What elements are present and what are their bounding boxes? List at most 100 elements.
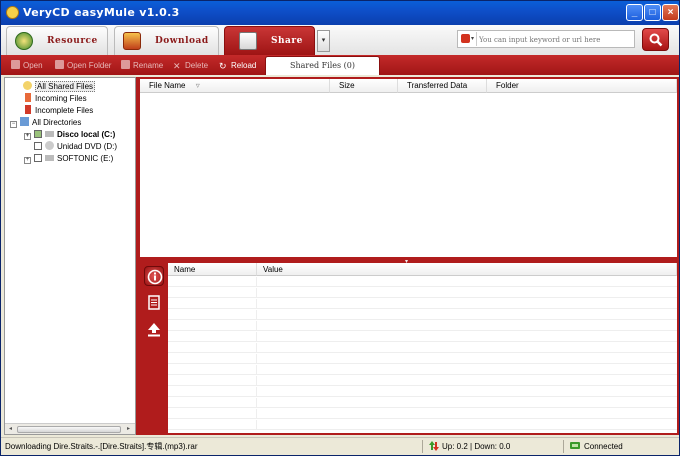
status-separator bbox=[563, 440, 564, 453]
column-file-name[interactable]: File Name ▿ bbox=[140, 79, 330, 93]
app-logo-icon bbox=[6, 6, 19, 19]
delete-icon: ✕ bbox=[173, 61, 181, 71]
shared-file-list[interactable]: File Name ▿ Size Transferred Data Folder bbox=[140, 79, 677, 257]
directories-icon bbox=[20, 117, 29, 126]
window-title: VeryCD easyMule v1.0.3 bbox=[23, 6, 180, 19]
search-engine-icon bbox=[461, 34, 470, 43]
column-name[interactable]: Name bbox=[168, 263, 257, 276]
column-file-name-label: File Name bbox=[149, 81, 186, 90]
tree-item-drive-d[interactable]: Unidad DVD (D:) bbox=[34, 141, 117, 153]
main-tab-bar: Resource Download Share ▾ ▾ bbox=[1, 25, 679, 55]
tab-resource-label: Resource bbox=[47, 36, 98, 46]
share-folder-icon bbox=[239, 32, 257, 50]
search-box: ▾ bbox=[457, 30, 635, 48]
info-icon bbox=[147, 269, 163, 285]
search-engine-selector[interactable]: ▾ bbox=[459, 32, 477, 46]
incoming-files-icon bbox=[25, 93, 31, 102]
detail-row bbox=[168, 343, 677, 353]
detail-row bbox=[168, 321, 677, 331]
search-icon bbox=[649, 33, 663, 47]
tab-shared-files[interactable]: Shared Files (0) bbox=[265, 56, 380, 75]
open-button[interactable]: Open bbox=[11, 59, 43, 72]
reload-icon: ↻ bbox=[219, 61, 227, 71]
minimize-button[interactable]: _ bbox=[626, 4, 643, 21]
collapse-toggle[interactable]: − bbox=[10, 121, 17, 128]
column-transferred-data[interactable]: Transferred Data bbox=[398, 79, 487, 93]
drive-e-checkbox[interactable] bbox=[34, 154, 42, 162]
resource-globe-icon bbox=[15, 32, 33, 50]
title-bar[interactable]: VeryCD easyMule v1.0.3 _ □ × bbox=[1, 1, 679, 25]
tree-item-all-shared[interactable]: All Shared Files bbox=[23, 81, 96, 93]
shared-files-icon bbox=[23, 81, 32, 90]
drive-e-label: SOFTONIC (E:) bbox=[57, 154, 114, 163]
drive-d-label: Unidad DVD (D:) bbox=[57, 142, 118, 151]
tab-download-label: Download bbox=[155, 36, 209, 46]
status-separator bbox=[422, 440, 423, 453]
detail-row bbox=[168, 299, 677, 309]
upload-button[interactable] bbox=[144, 320, 164, 340]
chevron-down-icon: ▾ bbox=[471, 36, 475, 42]
close-button[interactable]: × bbox=[662, 4, 679, 21]
directory-tree: All Shared Files Incoming Files Incomple… bbox=[4, 77, 136, 435]
tab-share[interactable]: Share bbox=[224, 26, 315, 55]
tree-item-drive-e[interactable]: + SOFTONIC (E:) bbox=[24, 153, 113, 165]
expand-toggle[interactable]: + bbox=[24, 157, 31, 164]
file-list-view-button[interactable] bbox=[144, 293, 164, 313]
scroll-right-icon[interactable]: ▸ bbox=[124, 425, 133, 434]
info-button[interactable] bbox=[144, 266, 164, 286]
detail-row bbox=[168, 288, 677, 298]
reload-button[interactable]: ↻ Reload bbox=[219, 59, 256, 72]
search-input[interactable] bbox=[479, 33, 631, 46]
open-folder-button[interactable]: Open Folder bbox=[55, 59, 111, 72]
tree-item-incoming-label: Incoming Files bbox=[35, 94, 87, 103]
column-value[interactable]: Value bbox=[257, 263, 677, 276]
tree-item-all-shared-label: All Shared Files bbox=[35, 81, 96, 92]
tab-share-label: Share bbox=[271, 36, 303, 46]
tree-item-incoming[interactable]: Incoming Files bbox=[23, 93, 87, 105]
detail-row bbox=[168, 376, 677, 386]
column-folder[interactable]: Folder bbox=[487, 79, 677, 93]
scroll-thumb[interactable] bbox=[17, 426, 121, 433]
detail-row bbox=[168, 310, 677, 320]
drive-c-label: Disco local (C:) bbox=[57, 130, 116, 139]
open-folder-label: Open Folder bbox=[67, 61, 112, 70]
reload-label: Reload bbox=[231, 61, 257, 70]
column-size[interactable]: Size bbox=[330, 79, 398, 93]
app-window: VeryCD easyMule v1.0.3 _ □ × Resource Do… bbox=[0, 0, 680, 456]
connection-status: Connected bbox=[584, 442, 623, 451]
tree-item-drive-c[interactable]: + Disco local (C:) bbox=[24, 129, 115, 141]
expand-toggle[interactable]: + bbox=[24, 133, 31, 140]
scroll-left-icon[interactable]: ◂ bbox=[6, 425, 15, 434]
tab-download[interactable]: Download bbox=[114, 26, 219, 55]
drive-c-checkbox[interactable] bbox=[34, 130, 42, 138]
status-message: Downloading Dire.Straits.-.[Dire.Straits… bbox=[5, 442, 198, 451]
delete-button[interactable]: ✕ Delete bbox=[173, 59, 208, 72]
tree-item-all-directories[interactable]: − All Directories bbox=[10, 117, 81, 129]
download-box-icon bbox=[123, 32, 141, 50]
tree-horizontal-scrollbar[interactable]: ◂ ▸ bbox=[5, 423, 135, 434]
open-icon bbox=[11, 60, 20, 69]
network-connected-icon bbox=[570, 442, 580, 449]
maximize-button[interactable]: □ bbox=[644, 4, 661, 21]
detail-row bbox=[168, 420, 677, 430]
tabs-dropdown-button[interactable]: ▾ bbox=[317, 30, 330, 52]
sort-indicator-icon: ▿ bbox=[195, 81, 200, 90]
tree-item-all-directories-label: All Directories bbox=[32, 118, 82, 127]
detail-row bbox=[168, 354, 677, 364]
rename-button[interactable]: Rename bbox=[121, 59, 163, 72]
detail-row bbox=[168, 277, 677, 287]
upload-arrow-icon bbox=[148, 323, 160, 337]
detail-panel[interactable]: Name Value bbox=[168, 263, 677, 433]
transfer-speed: Up: 0.2 | Down: 0.0 bbox=[442, 442, 511, 451]
status-bar: Downloading Dire.Straits.-.[Dire.Straits… bbox=[1, 437, 679, 455]
folder-icon bbox=[55, 60, 64, 69]
incomplete-files-icon bbox=[25, 105, 31, 114]
search-button[interactable] bbox=[642, 28, 669, 51]
rename-label: Rename bbox=[133, 61, 164, 70]
tab-resource[interactable]: Resource bbox=[6, 26, 108, 55]
detail-row bbox=[168, 332, 677, 342]
drive-d-checkbox[interactable] bbox=[34, 142, 42, 150]
tree-item-incomplete[interactable]: Incomplete Files bbox=[23, 105, 93, 117]
transfer-arrows-icon bbox=[429, 441, 439, 451]
detail-row bbox=[168, 387, 677, 397]
